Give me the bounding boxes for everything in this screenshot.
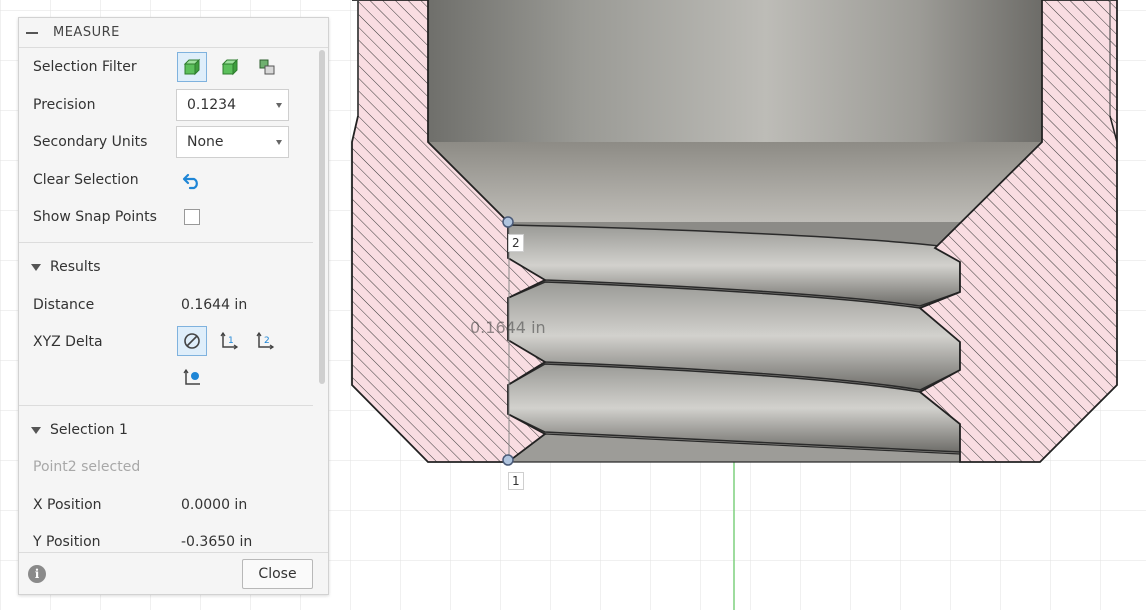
undo-icon[interactable] xyxy=(177,165,207,195)
thread-crests xyxy=(506,224,961,463)
point-1-marker[interactable] xyxy=(502,454,514,466)
dimension-label: 0.1644 in xyxy=(470,318,546,337)
distance-value: 0.1644 in xyxy=(181,297,248,313)
collapse-icon[interactable] xyxy=(25,26,39,40)
panel-header: MEASURE xyxy=(19,18,328,48)
x-position-label: X Position xyxy=(33,497,102,513)
xyz-delta-label: XYZ Delta xyxy=(33,334,103,350)
chevron-down-icon xyxy=(276,140,282,145)
results-heading: Results xyxy=(50,259,101,275)
point-label-2: 2 xyxy=(508,234,524,252)
y-position-label: Y Position xyxy=(33,534,101,550)
measure-panel: MEASURE Selection Filter Precision 0.123… xyxy=(18,17,329,595)
y-position-value: -0.3650 in xyxy=(181,534,253,550)
selection-filter-label: Selection Filter xyxy=(33,59,137,75)
distance-label: Distance xyxy=(33,297,95,313)
svg-text:1: 1 xyxy=(228,336,234,346)
precision-select[interactable]: 0.1234 xyxy=(176,89,289,121)
show-snap-points-label: Show Snap Points xyxy=(33,209,157,225)
no-delta-icon[interactable] xyxy=(177,326,207,356)
precision-label: Precision xyxy=(33,97,96,113)
point-label-1: 1 xyxy=(508,472,524,490)
secondary-units-label: Secondary Units xyxy=(33,134,148,150)
panel-title: MEASURE xyxy=(53,25,120,40)
select-component-icon[interactable] xyxy=(252,52,282,82)
triangle-down-icon xyxy=(31,263,41,271)
panel-scrollbar[interactable] xyxy=(319,50,325,384)
svg-text:2: 2 xyxy=(264,336,270,346)
selection1-status: Point2 selected xyxy=(33,459,141,475)
info-icon[interactable]: i xyxy=(28,565,46,583)
bore-wall xyxy=(428,0,1042,142)
divider xyxy=(19,405,313,406)
delta-axis-3-icon[interactable] xyxy=(177,363,207,393)
show-snap-points-checkbox[interactable] xyxy=(184,209,200,225)
chevron-down-icon xyxy=(276,103,282,108)
delta-axis-2-icon[interactable]: 2 xyxy=(250,326,280,356)
x-position-value: 0.0000 in xyxy=(181,497,248,513)
select-body-icon[interactable] xyxy=(177,52,207,82)
point-2-marker[interactable] xyxy=(502,216,514,228)
divider xyxy=(19,242,313,243)
triangle-down-icon xyxy=(31,426,41,434)
panel-footer: i Close xyxy=(19,552,328,594)
panel-body[interactable]: Selection Filter Precision 0.1234 Second… xyxy=(19,49,328,553)
results-section-header[interactable]: Results xyxy=(31,259,101,275)
precision-value: 0.1234 xyxy=(187,97,236,113)
select-face-icon[interactable] xyxy=(215,52,245,82)
clear-selection-label: Clear Selection xyxy=(33,172,139,188)
delta-axis-1-icon[interactable]: 1 xyxy=(214,326,244,356)
close-button[interactable]: Close xyxy=(242,559,313,589)
selection1-section-header[interactable]: Selection 1 xyxy=(31,422,128,438)
secondary-units-select[interactable]: None xyxy=(176,126,289,158)
selection1-heading: Selection 1 xyxy=(50,422,128,438)
secondary-units-value: None xyxy=(187,134,224,150)
